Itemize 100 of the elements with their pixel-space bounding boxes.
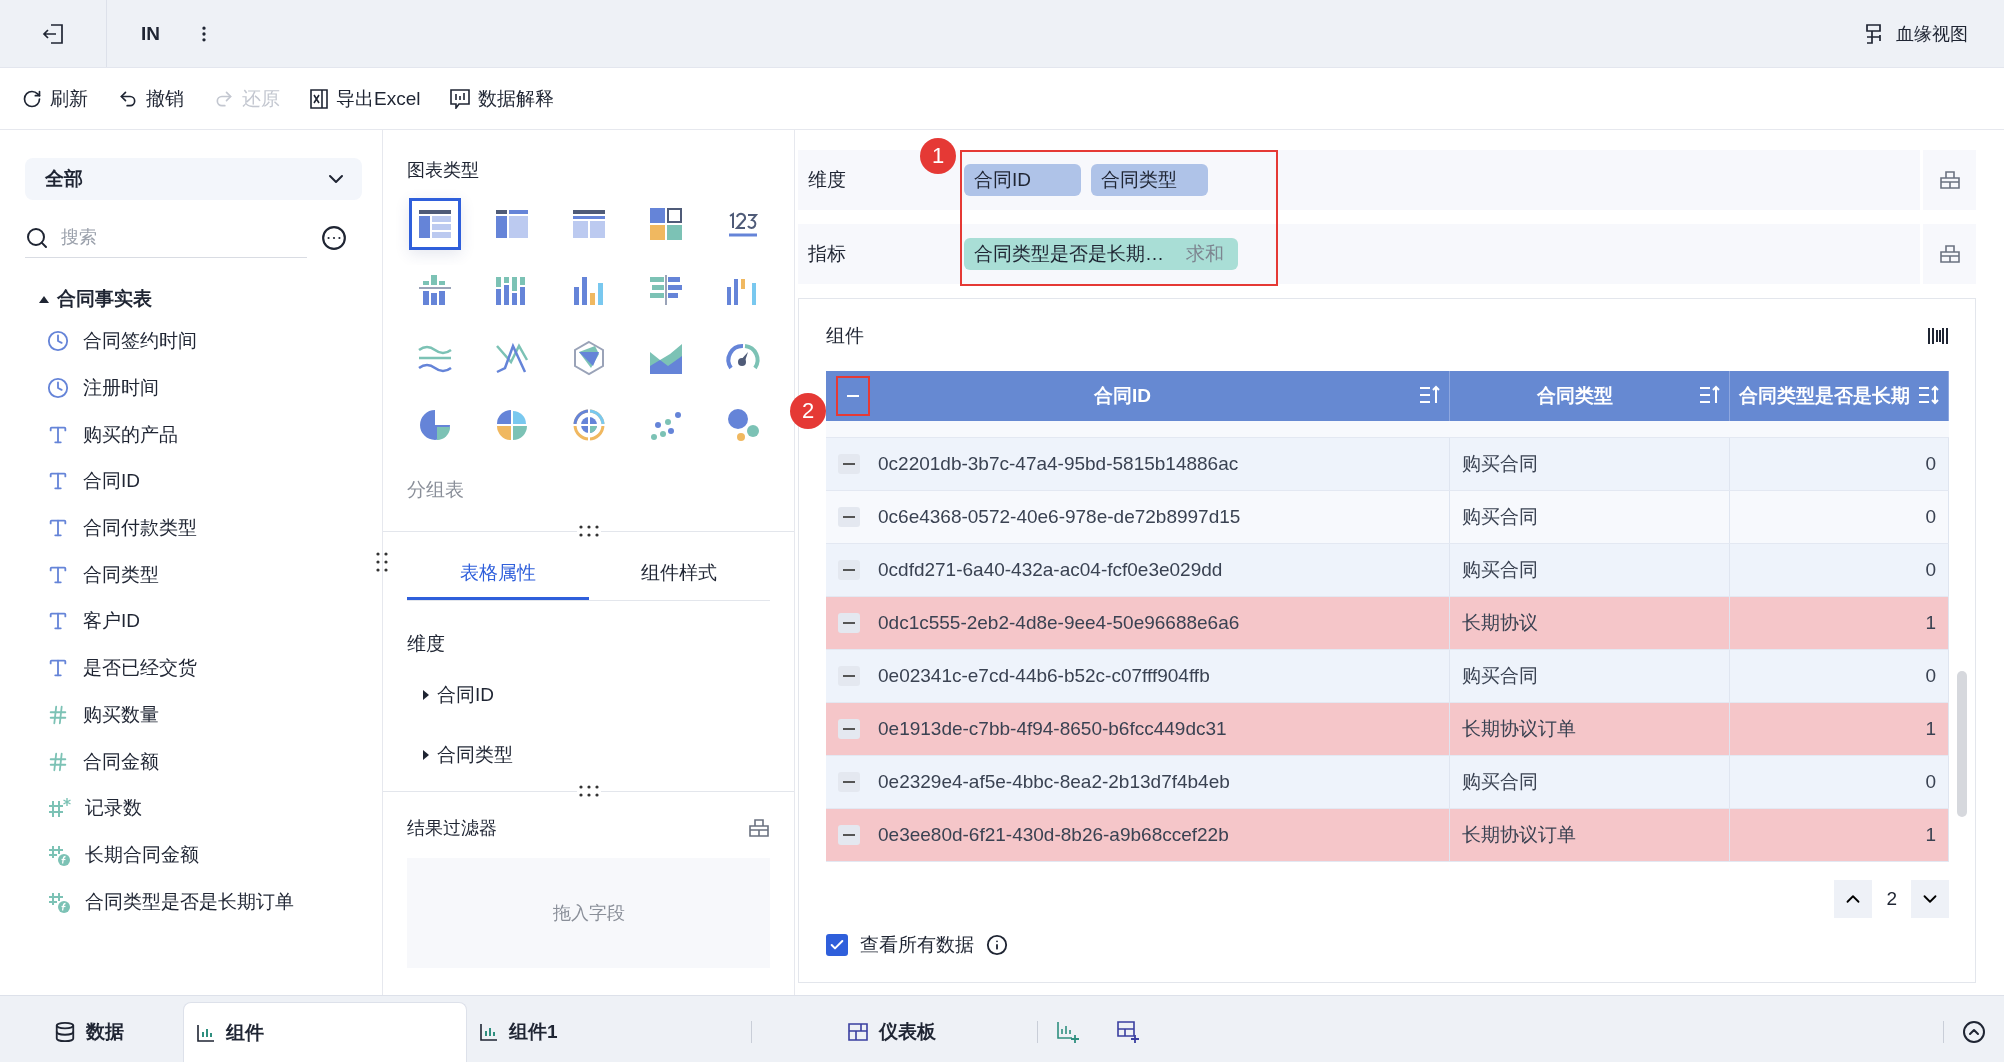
bar-chart-icon (479, 1022, 499, 1042)
bar-chart-icon (196, 1022, 216, 1043)
table-cell: 0c6e4368-0572-40e6-978e-de72b8997d15 (878, 506, 1241, 528)
field-item[interactable]: 合同ID (25, 458, 362, 505)
sheet-tab[interactable]: 数据 (0, 1002, 183, 1062)
settings-panel-icon[interactable] (748, 818, 770, 838)
sort-icon[interactable] (1918, 385, 1940, 405)
report-title: IN (141, 22, 160, 45)
field-name: 合同签约时间 (83, 329, 197, 354)
field-pill[interactable]: 合同ID (964, 164, 1081, 196)
field-item[interactable]: 合同类型 (25, 551, 362, 599)
collapse-button[interactable] (838, 719, 860, 739)
card-title: 组件 (826, 324, 864, 348)
table-cell: 0 (1925, 559, 1936, 581)
field-name: 注册时间 (83, 376, 159, 401)
table-cell: 1 (1925, 612, 1936, 634)
table-tree-node[interactable]: 合同事实表 (39, 286, 362, 312)
collapse-button[interactable] (838, 666, 860, 686)
field-item[interactable]: 合同类型是否是长期订单 (25, 878, 362, 925)
field-name: 合同ID (83, 469, 140, 494)
toolbar-button[interactable]: 撤销 (118, 85, 184, 112)
collapse-button[interactable] (838, 454, 860, 474)
field-item[interactable]: 购买数量 (25, 691, 362, 739)
toolbar-button[interactable]: 刷新 (22, 85, 88, 112)
table-cell-text: 购买合同 (1462, 558, 1538, 582)
field-item[interactable]: 购买的产品 (25, 411, 362, 459)
lineage-view-button[interactable]: 血缘视图 (1858, 20, 1974, 47)
table-cell: 0c2201db-3b7c-47a4-95bd-5815b14886ac (878, 453, 1239, 475)
barcode-icon[interactable] (1927, 325, 1949, 347)
collapse-button[interactable] (838, 560, 860, 580)
table-cell-text: 购买合同 (1462, 452, 1538, 476)
field-item[interactable]: 合同签约时间 (25, 318, 362, 365)
clock-icon (47, 377, 69, 400)
minus-icon (843, 516, 855, 518)
collapse-button[interactable] (838, 825, 860, 845)
field-item[interactable]: 注册时间 (25, 364, 362, 412)
collapse-button[interactable] (838, 772, 860, 792)
annotation-badge: 2 (790, 393, 826, 429)
field-item[interactable]: 客户ID (25, 598, 362, 645)
field-name: 合同金额 (83, 749, 159, 774)
field-item[interactable]: 合同付款类型 (25, 504, 362, 552)
page-up-button[interactable] (1834, 880, 1873, 918)
dimension-item[interactable]: 合同ID (407, 665, 494, 725)
dimension-item[interactable]: 合同类型 (407, 725, 513, 785)
page-down-button[interactable] (1911, 880, 1949, 918)
toolbar-button[interactable]: 导出Excel (310, 85, 421, 112)
hash-icon (47, 750, 69, 773)
table-cell: 0 (1925, 506, 1936, 528)
formula-icon (47, 890, 71, 913)
property-tab[interactable]: 组件样式 (588, 548, 770, 600)
sort-icon[interactable] (1419, 385, 1441, 405)
drop-zone: 拖入字段 (407, 858, 770, 968)
shelf-label: 维度 (807, 168, 847, 192)
table-cell: 0e2329e4-af5e-4bbc-8ea2-2b13d7f4b4eb (878, 771, 1230, 793)
property-tab[interactable]: 表格属性 (407, 548, 589, 600)
collapse-button[interactable] (838, 613, 860, 633)
search-input[interactable]: 搜索 (59, 226, 279, 249)
exit-icon[interactable] (42, 22, 64, 45)
toolbar-button[interactable]: 数据解释 (450, 85, 555, 112)
section-title: 结果过滤器 (407, 817, 497, 840)
hash-star-icon (47, 797, 71, 820)
field-pill[interactable]: 合同类型是否是长期… 求和 (964, 238, 1238, 270)
chart-explain-icon (450, 88, 471, 109)
scope-dropdown[interactable]: 全部 (25, 158, 362, 200)
field-item[interactable]: 长期合同金额 (25, 831, 362, 879)
excel-export-icon (310, 88, 328, 109)
drag-handle-icon[interactable] (374, 550, 390, 574)
add-dashboard-icon[interactable] (1116, 1020, 1140, 1044)
checkbox[interactable] (826, 934, 848, 956)
table-cell: 0cdfd271-6a40-432a-ac04-fcf0e3e029dd (878, 559, 1223, 581)
collapse-button[interactable] (838, 507, 860, 527)
redo-icon (214, 88, 234, 109)
sheet-tab[interactable]: 仪表板 (752, 1002, 1037, 1062)
sort-icon[interactable] (1699, 385, 1721, 405)
chart-type-button[interactable] (409, 198, 461, 250)
refresh-icon (22, 88, 42, 109)
field-pill[interactable]: 合同类型 (1091, 164, 1208, 196)
settings-panel-icon[interactable] (1938, 244, 1961, 264)
formula-icon (47, 843, 71, 866)
sheet-tab[interactable]: 组件 (183, 1002, 467, 1062)
field-item[interactable]: 记录数 (25, 784, 362, 832)
table-cell: 0e02341c-e7cd-44b6-b52c-c07fff904ffb (878, 665, 1210, 687)
search-field[interactable]: 搜索 (25, 218, 307, 258)
more-options-icon[interactable] (321, 225, 347, 251)
minus-icon (847, 395, 859, 397)
add-chart-icon[interactable] (1056, 1020, 1080, 1044)
minus-icon (843, 622, 855, 624)
expand-icon[interactable] (1962, 1020, 1986, 1044)
scrollbar[interactable] (1957, 671, 1967, 817)
info-icon[interactable] (986, 934, 1008, 956)
table-cell-text: 购买合同 (1462, 770, 1538, 794)
chart-type-name: 分组表 (407, 478, 465, 502)
field-name: 客户ID (83, 609, 140, 634)
search-icon (25, 225, 49, 250)
page-number: 2 (1886, 888, 1897, 910)
table-cell: 0e3ee80d-6f21-430d-8b26-a9b68ccef22b (878, 824, 1229, 846)
field-item[interactable]: 合同金额 (25, 738, 362, 785)
settings-panel-icon[interactable] (1938, 170, 1961, 190)
field-item[interactable]: 是否已经交货 (25, 644, 362, 692)
sheet-tab[interactable]: 组件1 (467, 1002, 751, 1062)
